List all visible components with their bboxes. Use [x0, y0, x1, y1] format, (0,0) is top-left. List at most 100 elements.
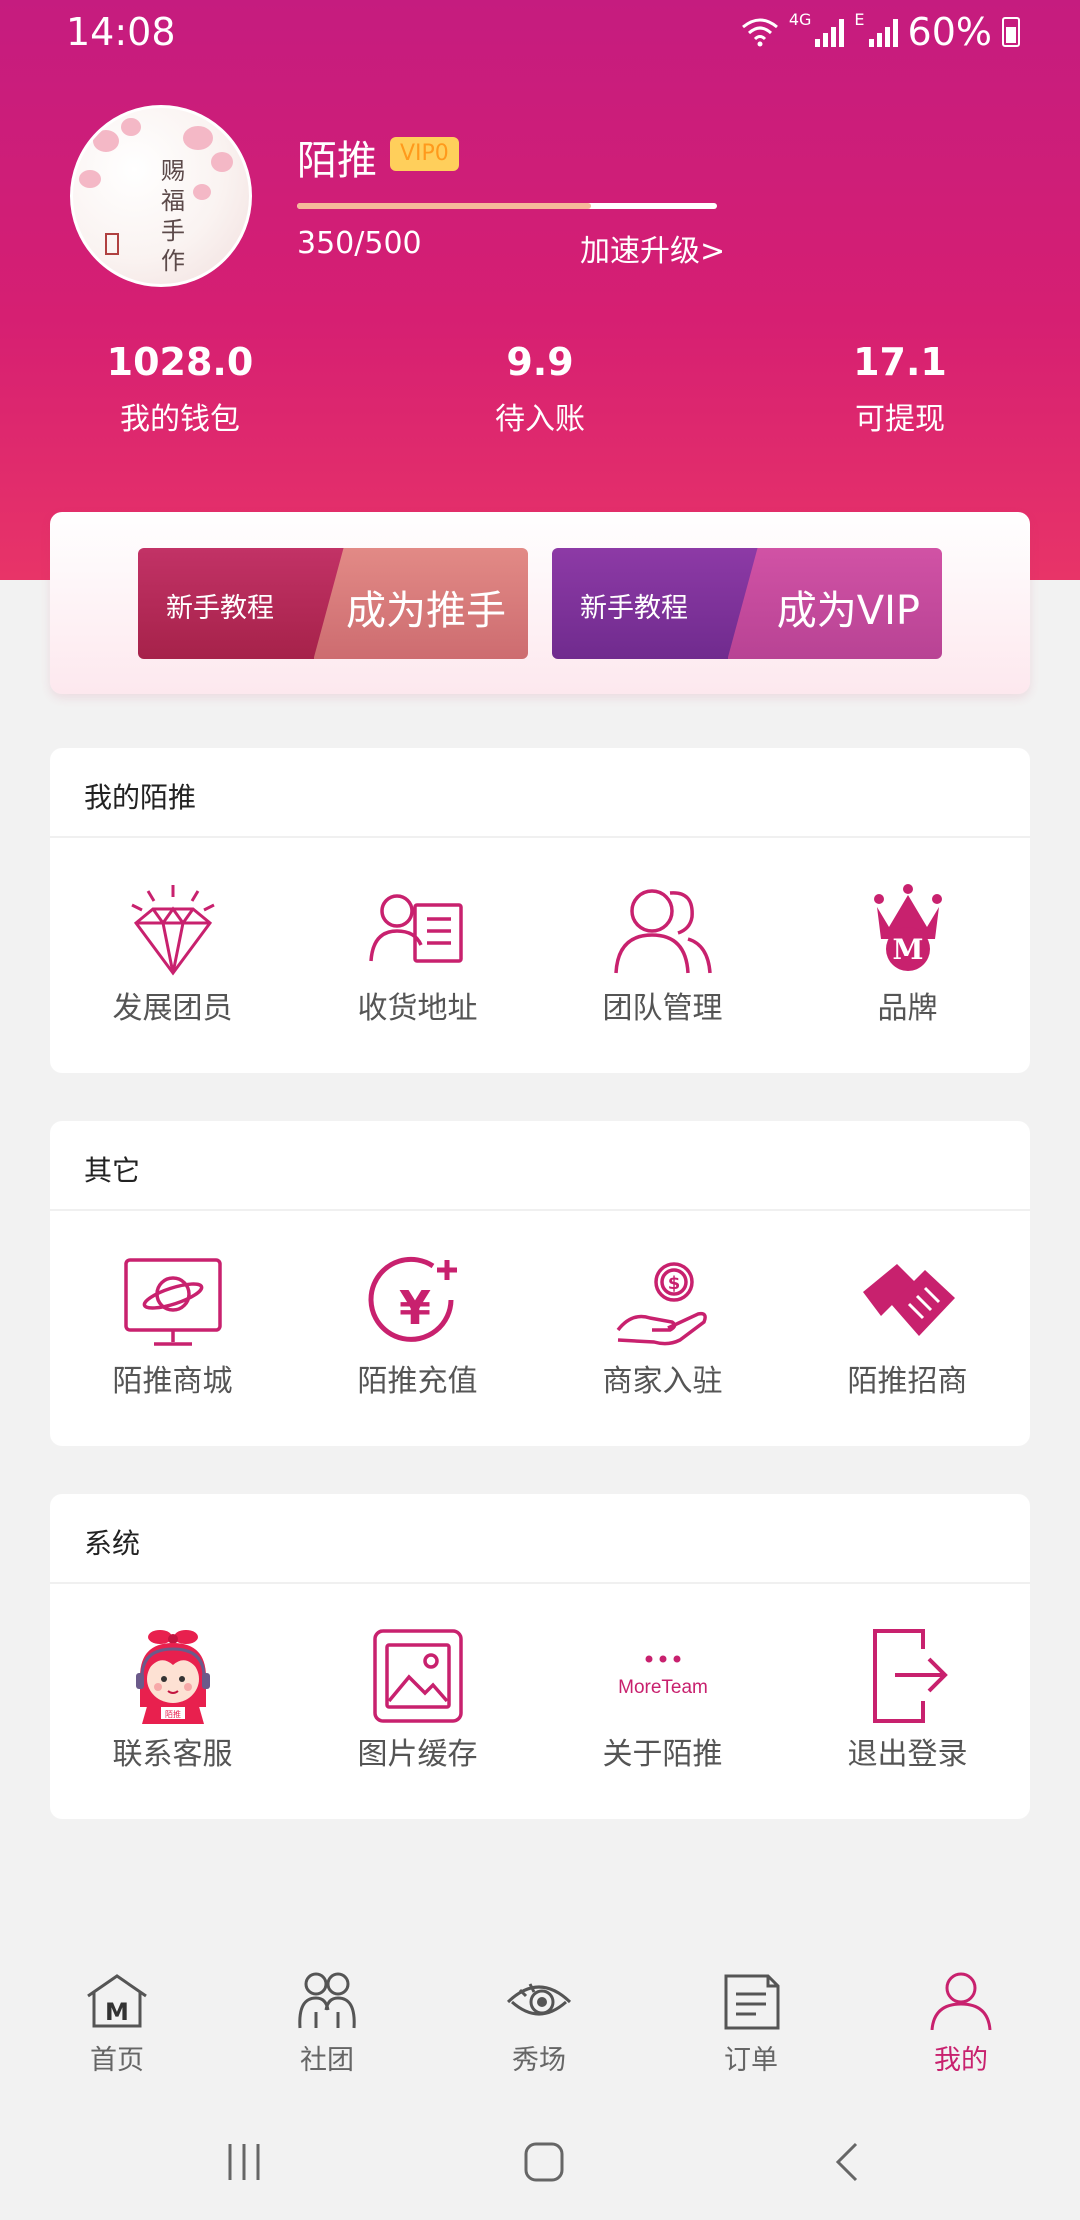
grid-item-motui-mall[interactable]: 陌推商城: [50, 1256, 295, 1406]
grid-item-brand[interactable]: M 品牌: [785, 883, 1030, 1033]
promo-tutorial-label: 新手教程: [580, 593, 688, 624]
promo-card: 新手教程 成为推手 新手教程 成为VIP: [50, 512, 1030, 694]
customer-service-badge-text: 陌推: [165, 1709, 181, 1719]
grid-item-about-motui[interactable]: MoreTeam 关于陌推: [540, 1629, 785, 1779]
grid-item-contact-service[interactable]: 陌推 联系客服: [50, 1629, 295, 1779]
pending-stat[interactable]: 9.9 待入账: [420, 340, 660, 438]
avatar[interactable]: 赐福手作: [70, 105, 252, 287]
moreteam-logo-text: MoreTeam: [618, 1677, 708, 1698]
status-time: 14:08: [66, 10, 176, 54]
home-button-icon[interactable]: [522, 2140, 566, 2184]
tab-label: 秀场: [512, 2045, 566, 2076]
grid-item-shipping-address[interactable]: 收货地址: [295, 883, 540, 1033]
grid-item-logout[interactable]: 退出登录: [785, 1629, 1030, 1779]
tab-orders[interactable]: 订单: [646, 1970, 856, 2077]
section-system: 系统 陌推 联系客服 图片缓存 MoreTeam 关于陌推 退出登录: [50, 1494, 1030, 1819]
withdrawable-value: 17.1: [853, 340, 947, 384]
grid-item-label: 团队管理: [602, 991, 723, 1026]
address-card-icon: [368, 894, 463, 963]
pending-label: 待入账: [495, 402, 585, 437]
grid-item-label: 陌推商城: [112, 1364, 233, 1399]
grid-item-team-management[interactable]: 团队管理: [540, 883, 785, 1033]
status-bar: 14:08 4G E 60%: [0, 0, 1080, 66]
back-icon[interactable]: [826, 2140, 870, 2184]
crown-icon: M: [873, 884, 942, 971]
grid-item-image-cache[interactable]: 图片缓存: [295, 1629, 540, 1779]
tab-label: 首页: [90, 2045, 144, 2076]
section-title: 我的陌推: [84, 781, 197, 814]
grid-item-motui-investment[interactable]: 陌推招商: [785, 1256, 1030, 1406]
tab-label: 社团: [300, 2045, 354, 2076]
avatar-seal: [105, 233, 119, 255]
promo-tutorial-label: 新手教程: [166, 593, 274, 624]
svg-text:$: $: [667, 1273, 680, 1294]
user-icon: [930, 1972, 992, 2030]
grid-item-develop-members[interactable]: 发展团员: [50, 883, 295, 1033]
eye-icon: [506, 1983, 572, 2016]
promo-main-label: 成为VIP: [776, 588, 920, 634]
grid-item-merchant-join[interactable]: $ 商家入驻: [540, 1256, 785, 1406]
avatar-calligraphy: 赐福手作: [161, 157, 185, 275]
level-progress-text: 350/500: [297, 226, 422, 261]
grid-item-label: 退出登录: [847, 1737, 968, 1772]
withdrawable-label: 可提现: [855, 402, 945, 437]
signal-icon-2: [868, 17, 898, 47]
section-other: 其它 陌推商城 ¥ 陌推充值 $ 商家入驻 陌推招商: [50, 1121, 1030, 1446]
level-progress-bar: [297, 203, 717, 209]
section-title: 系统: [84, 1527, 141, 1560]
network-e-label: E: [854, 10, 865, 29]
battery-percent: 60%: [907, 10, 992, 54]
grid-item-label: 品牌: [877, 991, 938, 1026]
grid-item-label: 图片缓存: [357, 1737, 478, 1772]
grid-item-label: 发展团员: [112, 991, 233, 1026]
battery-icon: [1002, 17, 1020, 47]
monitor-planet-icon: [123, 1258, 222, 1346]
team-icon: [613, 889, 712, 974]
moreteam-logo-icon: MoreTeam: [618, 1655, 708, 1698]
upgrade-link[interactable]: 加速升级>: [580, 226, 725, 270]
tab-showroom[interactable]: 秀场: [434, 1970, 644, 2077]
svg-text:¥: ¥: [398, 1281, 430, 1335]
wifi-icon: [741, 18, 778, 47]
home-icon: M: [87, 1974, 147, 2028]
logout-icon: [872, 1629, 948, 1723]
grid-item-label: 联系客服: [112, 1737, 233, 1772]
become-vip-button[interactable]: 新手教程 成为VIP: [552, 548, 942, 659]
customer-service-icon: 陌推: [135, 1630, 210, 1724]
wallet-label: 我的钱包: [120, 402, 240, 437]
diamond-icon: [130, 885, 215, 976]
system-nav-bar: [0, 2110, 1080, 2220]
section-my-motui: 我的陌推 发展团员 收货地址 团队管理 M 品牌: [50, 748, 1030, 1073]
bottom-tab-bar: M 首页 社团 秀场 订单 我的: [0, 1950, 1080, 2080]
yuan-recharge-icon: ¥: [368, 1256, 457, 1342]
grid-item-label: 关于陌推: [602, 1737, 723, 1772]
username: 陌推: [297, 138, 377, 184]
group-icon: [298, 1972, 356, 2029]
section-title: 其它: [84, 1154, 141, 1187]
pending-value: 9.9: [506, 340, 574, 384]
tab-home[interactable]: M 首页: [12, 1970, 222, 2077]
svg-text:M: M: [892, 933, 923, 966]
level-progress-fill: [297, 203, 591, 209]
svg-text:M: M: [105, 1998, 129, 2026]
tab-community[interactable]: 社团: [222, 1970, 432, 2077]
wallet-stat[interactable]: 1028.0 我的钱包: [60, 340, 300, 438]
grid-item-label: 商家入驻: [602, 1364, 723, 1399]
tab-label: 我的: [934, 2045, 988, 2076]
profile-header: 14:08 4G E 60% 赐福手作 陌推 VIP0 350/500 加速升级…: [0, 0, 1080, 580]
order-icon: [724, 1974, 780, 2030]
wallet-value: 1028.0: [106, 340, 254, 384]
grid-item-label: 陌推招商: [847, 1364, 968, 1399]
become-promoter-button[interactable]: 新手教程 成为推手: [138, 548, 528, 659]
recent-apps-icon[interactable]: [222, 2140, 266, 2184]
network-type-label: 4G: [788, 10, 812, 29]
hand-coin-icon: $: [616, 1262, 707, 1346]
image-icon: [372, 1629, 463, 1723]
tab-label: 订单: [724, 2045, 778, 2076]
grid-item-label: 收货地址: [357, 991, 478, 1026]
promo-main-label: 成为推手: [346, 588, 506, 634]
withdrawable-stat[interactable]: 17.1 可提现: [780, 340, 1020, 438]
grid-item-label: 陌推充值: [357, 1364, 478, 1399]
tab-mine[interactable]: 我的: [856, 1970, 1066, 2077]
grid-item-motui-recharge[interactable]: ¥ 陌推充值: [295, 1256, 540, 1406]
